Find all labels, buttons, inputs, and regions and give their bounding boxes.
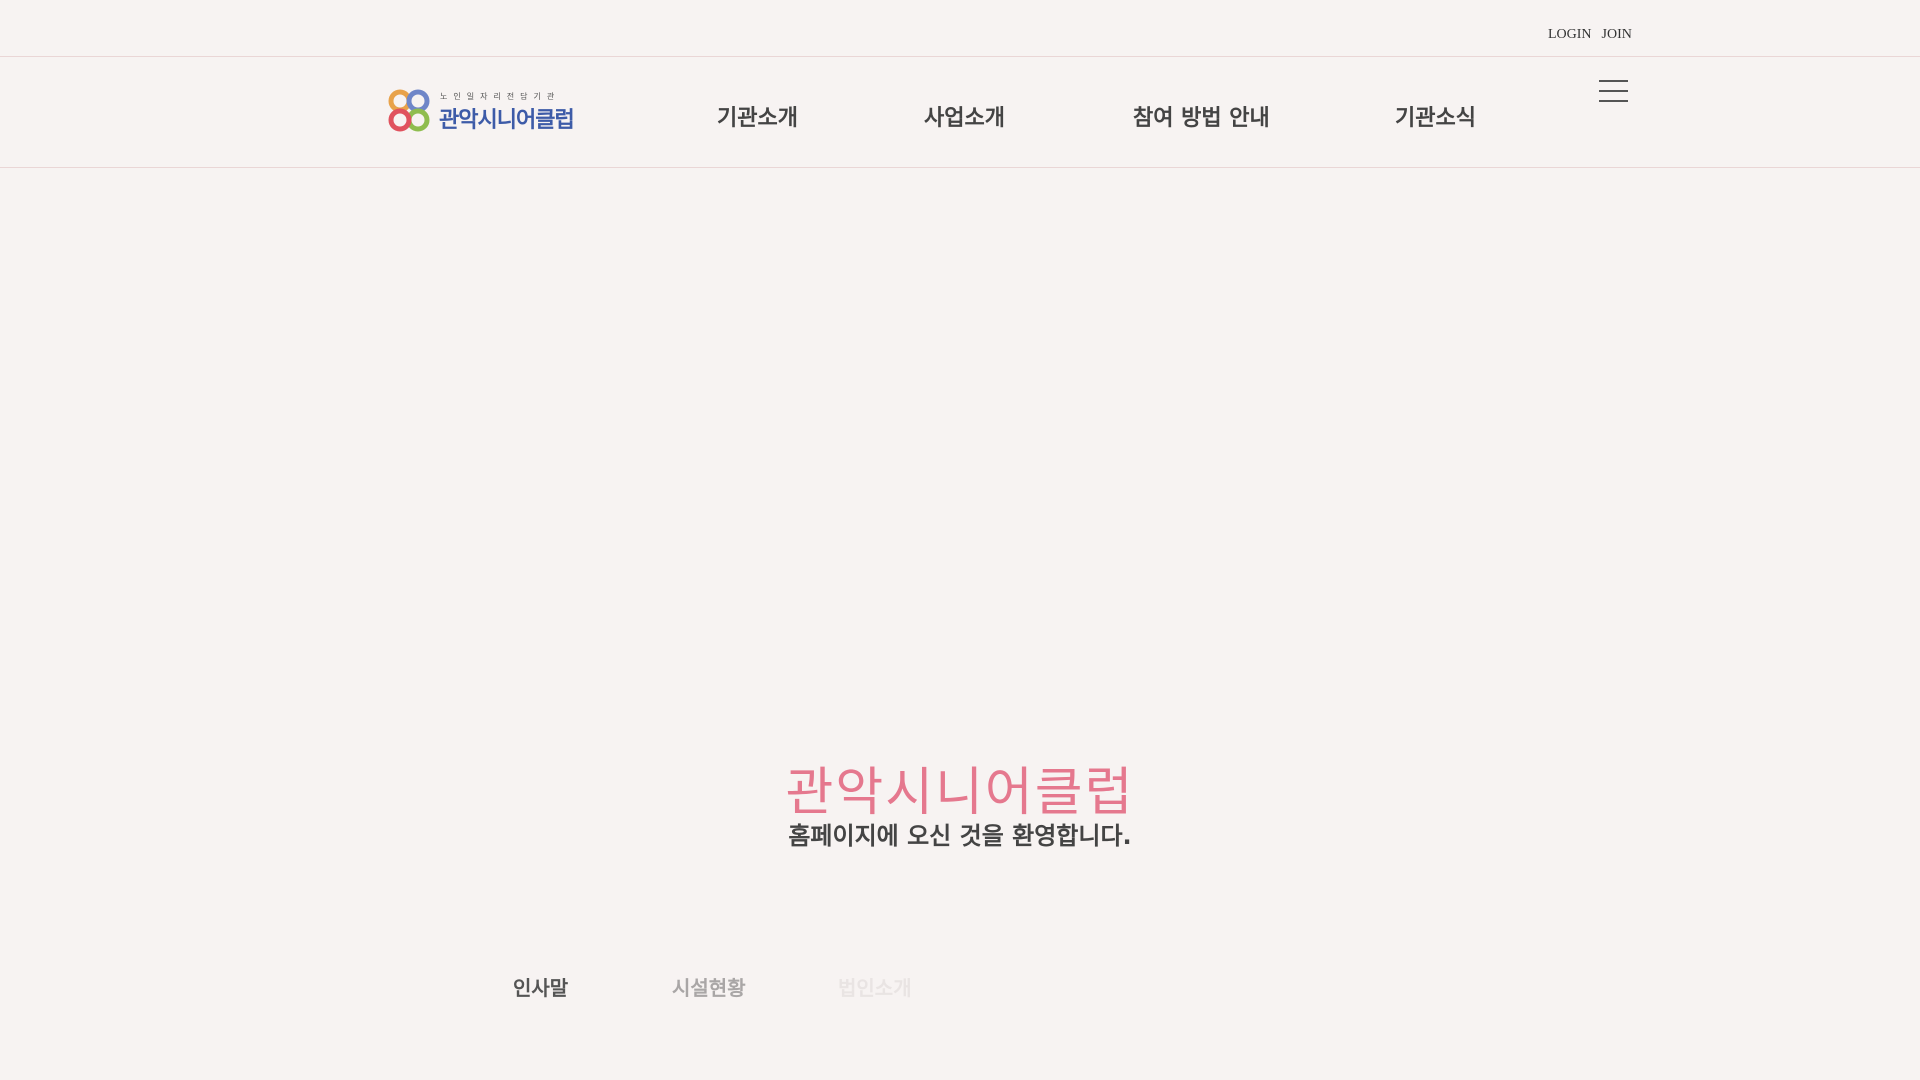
nav-item-participation[interactable]: 참여 방법 안내: [1133, 100, 1270, 132]
nav-item-business[interactable]: 사업소개: [924, 100, 1005, 132]
nav-item-about[interactable]: 기관소개: [717, 100, 798, 132]
subnav-item-greeting[interactable]: 인사말: [513, 972, 568, 1001]
logo-name: 관악시니어클럽: [439, 108, 575, 133]
hero-subtitle: 홈페이지에 오신 것을 환영합니다.: [788, 822, 1132, 850]
menu-hamburger-icon[interactable]: [1599, 80, 1628, 102]
nav-item-news[interactable]: 기관소식: [1395, 100, 1476, 132]
logo-tagline: 노인일자리전담기관: [440, 92, 561, 101]
site-logo[interactable]: 노인일자리전담기관 관악시니어클럽: [386, 88, 582, 134]
subnav-item-facilities[interactable]: 시설현황: [672, 972, 746, 1001]
login-link[interactable]: LOGIN: [1548, 27, 1592, 43]
account-links: LOGIN JOIN: [1548, 27, 1632, 43]
join-link[interactable]: JOIN: [1602, 27, 1632, 43]
logo-clover-icon: [388, 89, 430, 132]
hero-title: 관악시니어클럽: [785, 763, 1135, 823]
top-utility-bar: LOGIN JOIN: [0, 0, 1920, 57]
subnav-item-corporation[interactable]: 법인소개: [838, 972, 912, 1001]
